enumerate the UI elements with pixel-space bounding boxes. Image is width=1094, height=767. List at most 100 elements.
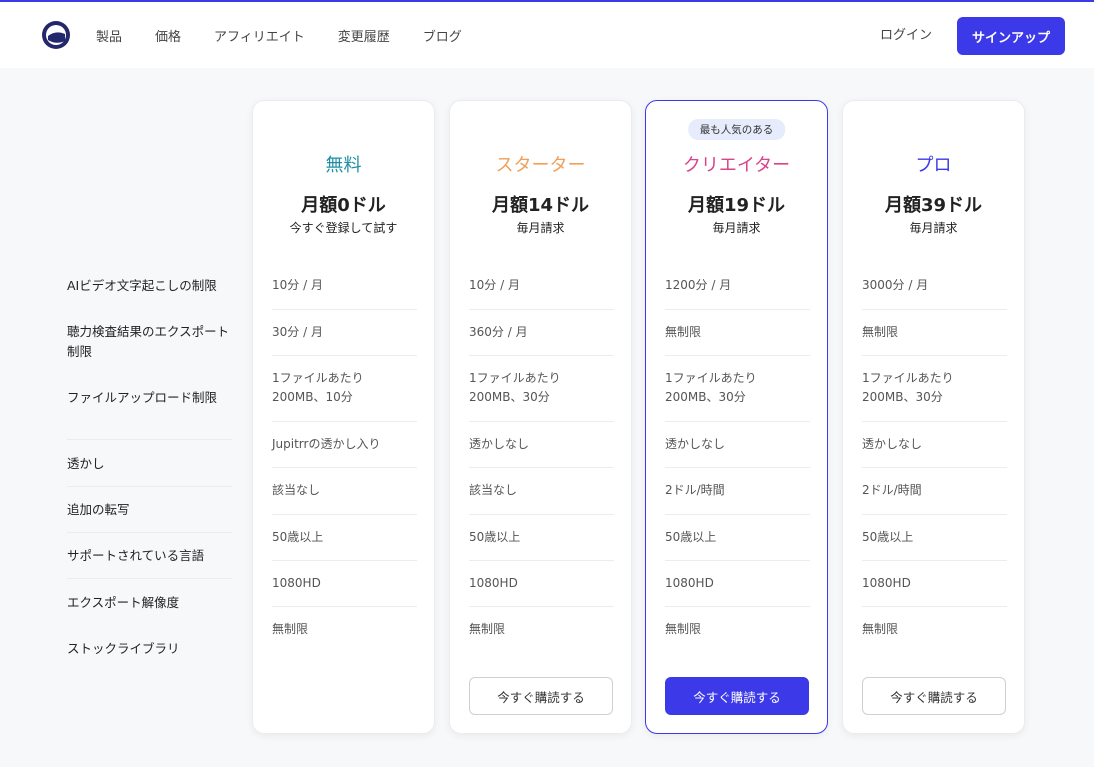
feature-label: 追加の転写 (67, 502, 130, 517)
nav-item-blog[interactable]: ブログ (423, 26, 462, 45)
plan-price: 月額39ドル (884, 195, 983, 216)
plan-billing: 毎月請求 (909, 221, 958, 235)
plan-feature-value: 1080HD (469, 576, 518, 590)
subscribe-button[interactable]: 今すぐ購読する (862, 677, 1006, 715)
cell-divider (665, 421, 810, 422)
plan-feature-value: 無制限 (665, 325, 702, 339)
login-link[interactable]: ログイン (880, 24, 932, 43)
nav-item-products[interactable]: 製品 (96, 26, 122, 45)
cell-divider (862, 309, 1007, 310)
cell-divider (862, 606, 1007, 607)
feature-divider (67, 532, 232, 533)
cell-divider (665, 560, 810, 561)
plan-card-creator: 最も人気のある クリエイター 月額19ドル毎月請求 1200分 / 月無制限 1ファイル… (645, 100, 828, 734)
cell-divider (665, 355, 810, 356)
plan-feature-value: Jupitrrの透かし入り (272, 437, 381, 451)
feature-label: ストックライブラリ (67, 641, 180, 656)
plan-feature-value: 1ファイルあたり 200MB、30分 (862, 371, 954, 404)
plan-feature-value: 2ドル/時間 (665, 483, 725, 497)
cell-divider (272, 467, 417, 468)
plan-price: 月額19ドル (687, 195, 786, 216)
plan-feature-value: 該当なし (272, 483, 321, 497)
main-nav: 製品 価格 アフィリエイト 変更履歴 ブログ (96, 2, 495, 68)
cell-divider (469, 606, 614, 607)
cell-divider (469, 467, 614, 468)
plan-feature-value: 50歳以上 (469, 530, 521, 544)
subscribe-button[interactable]: 今すぐ購読する (665, 677, 809, 715)
plan-feature-value: 透かしなし (469, 437, 530, 451)
cell-divider (272, 560, 417, 561)
nav-item-affiliate[interactable]: アフィリエイト (214, 26, 305, 45)
cell-divider (469, 560, 614, 561)
plan-name: 無料 (325, 155, 362, 176)
plan-billing: 毎月請求 (712, 221, 761, 235)
plan-feature-value: 1ファイルあたり 200MB、10分 (272, 371, 364, 404)
plan-feature-value: 1ファイルあたり 200MB、30分 (665, 371, 757, 404)
cell-divider (862, 560, 1007, 561)
plan-feature-value: 30分 / 月 (272, 325, 323, 339)
plan-feature-value: 1ファイルあたり 200MB、30分 (469, 371, 561, 404)
cell-divider (469, 309, 614, 310)
plan-card-free: 無料月額0ドル今すぐ登録して試す 10分 / 月 30分 / 月 1ファイルあたり 2… (252, 100, 435, 734)
feature-divider (67, 486, 232, 487)
plan-feature-value: 360分 / 月 (469, 325, 528, 339)
cell-divider (469, 421, 614, 422)
feature-label: 透かし (67, 456, 105, 471)
plan-price: 月額0ドル (301, 195, 386, 216)
plan-name: クリエイター (682, 155, 791, 176)
cell-divider (469, 355, 614, 356)
cell-divider (862, 421, 1007, 422)
plan-feature-value: 無制限 (469, 622, 506, 636)
plan-feature-value: 50歳以上 (862, 530, 914, 544)
plan-feature-value: 1080HD (272, 576, 321, 590)
plan-feature-value: 無制限 (665, 622, 702, 636)
feature-label: AIビデオ文字起こしの制限 (67, 278, 217, 293)
nav-item-changelog[interactable]: 変更履歴 (338, 26, 390, 45)
feature-label: サポートされている言語 (67, 548, 205, 563)
plan-feature-value: 透かしなし (862, 437, 923, 451)
plan-feature-value: 無制限 (862, 622, 899, 636)
plan-billing: 毎月請求 (516, 221, 565, 235)
feature-label: エクスポート解像度 (67, 595, 180, 610)
site-header: 製品 価格 アフィリエイト 変更履歴 ブログ ログイン サインアップ (0, 2, 1094, 68)
feature-divider (67, 439, 232, 440)
cell-divider (272, 514, 417, 515)
plan-card-pro: プロ月額39ドル毎月請求 3000分 / 月無制限 1ファイルあたり 200MB、3… (842, 100, 1025, 734)
plan-feature-value: 透かしなし (665, 437, 726, 451)
feature-label: 聴力検査結果のエクスポート制限 (67, 324, 230, 359)
cell-divider (665, 514, 810, 515)
plan-feature-value: 2ドル/時間 (862, 483, 922, 497)
plan-feature-value: 10分 / 月 (469, 278, 520, 292)
cell-divider (862, 514, 1007, 515)
plan-feature-value: 3000分 / 月 (862, 278, 929, 292)
popular-badge: 最も人気のある (687, 119, 786, 140)
cell-divider (665, 606, 810, 607)
plan-feature-value: 該当なし (469, 483, 518, 497)
cell-divider (272, 606, 417, 607)
cell-divider (272, 421, 417, 422)
jupitrr-logo-icon[interactable] (40, 19, 72, 51)
plan-feature-value: 1200分 / 月 (665, 278, 732, 292)
plan-feature-value: 無制限 (272, 622, 309, 636)
cell-divider (862, 467, 1007, 468)
cell-divider (469, 514, 614, 515)
feature-label: ファイルアップロード制限 (67, 390, 218, 405)
plan-card-starter: スターター 月額14ドル 毎月請求 10分 / 月 360分 / 月 1ファイルあたり 2… (449, 100, 632, 734)
plan-name: プロ (915, 155, 952, 176)
plan-feature-value: 50歳以上 (272, 530, 324, 544)
cell-divider (665, 467, 810, 468)
plan-feature-value: 50歳以上 (665, 530, 717, 544)
cell-divider (665, 309, 810, 310)
nav-item-pricing[interactable]: 価格 (155, 26, 181, 45)
subscribe-button[interactable]: 今すぐ購読する (469, 677, 613, 715)
plan-feature-value: 1080HD (665, 576, 714, 590)
cell-divider (862, 355, 1007, 356)
cell-divider (272, 355, 417, 356)
plan-feature-value: 無制限 (862, 325, 899, 339)
cell-divider (272, 309, 417, 310)
plan-billing: 今すぐ登録して試す (289, 221, 398, 235)
signup-button[interactable]: サインアップ (957, 17, 1065, 55)
plan-price: 月額14ドル (491, 195, 590, 216)
plan-feature-value: 1080HD (862, 576, 911, 590)
plan-feature-value: 10分 / 月 (272, 278, 323, 292)
